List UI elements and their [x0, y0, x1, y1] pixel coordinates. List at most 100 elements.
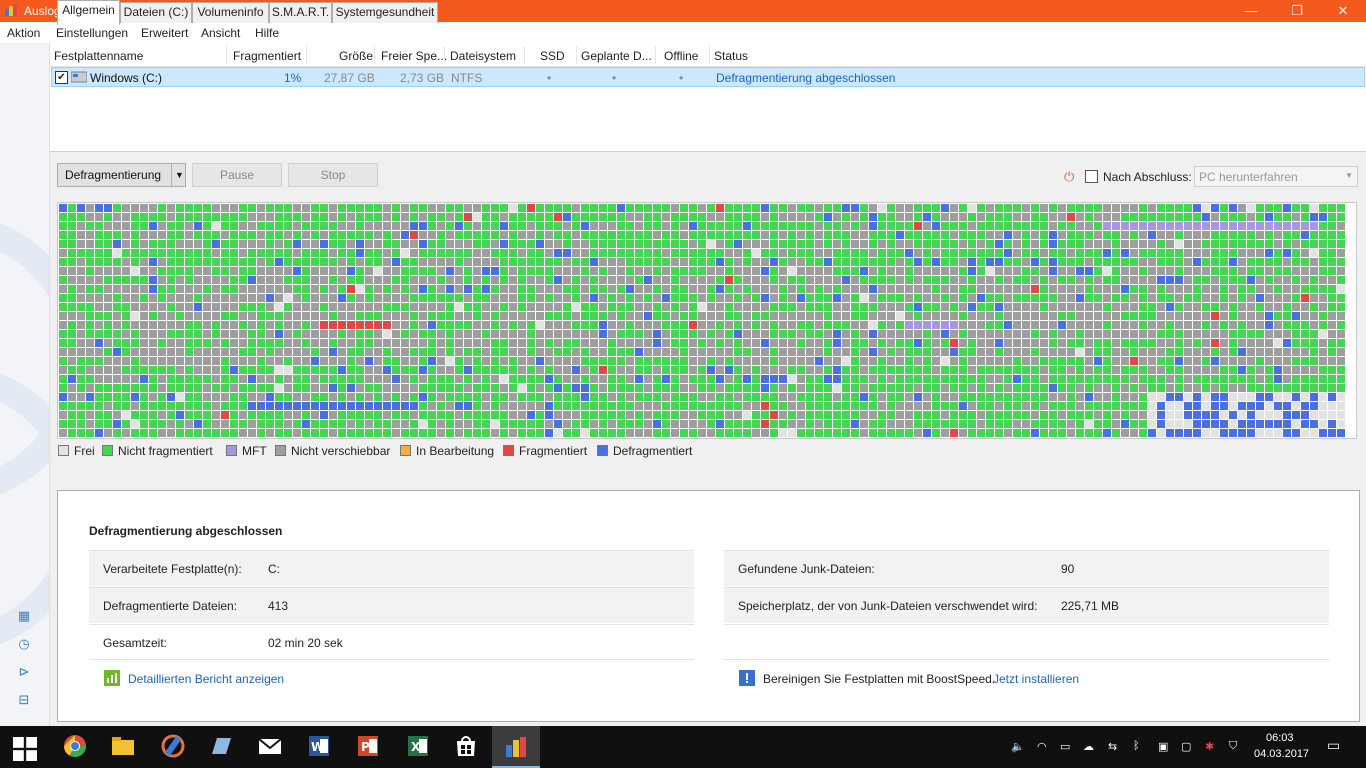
cluster-block	[1076, 411, 1084, 419]
cluster-block	[1202, 429, 1210, 437]
cluster-block	[869, 411, 877, 419]
pause-button[interactable]: Pause	[192, 163, 282, 187]
cluster-block	[770, 276, 778, 284]
cluster-block	[509, 420, 517, 428]
detailed-report-link[interactable]: Detaillierten Bericht anzeigen	[128, 672, 284, 686]
column-header-free[interactable]: Freier Spe...	[381, 49, 447, 63]
cluster-block	[626, 204, 634, 212]
cluster-block	[356, 420, 364, 428]
cluster-block	[86, 213, 94, 221]
cluster-block	[383, 393, 391, 401]
clock-date[interactable]: 04.03.2017	[1254, 748, 1309, 760]
tab-allgemein[interactable]: Allgemein	[57, 0, 120, 25]
cluster-block	[518, 393, 526, 401]
cluster-block	[77, 366, 85, 374]
cluster-block	[1310, 222, 1318, 230]
cluster-block	[662, 267, 670, 275]
cluster-block	[707, 222, 715, 230]
clock-time[interactable]: 06:03	[1266, 732, 1294, 744]
tab-dateien[interactable]: Dateien (C:)	[120, 2, 192, 23]
cluster-block	[671, 411, 679, 419]
menu-einstellungen[interactable]: Einstellungen	[56, 26, 128, 40]
disk-checkbox[interactable]: ✔	[55, 71, 68, 84]
report-icon[interactable]: ⊟	[16, 693, 32, 707]
word-icon[interactable]: W	[307, 734, 331, 758]
cluster-block	[617, 348, 625, 356]
cluster-block	[950, 267, 958, 275]
bluetooth-icon[interactable]: ᛒ	[1133, 740, 1140, 752]
column-header-name[interactable]: Festplattenname	[54, 49, 143, 63]
cloud-icon[interactable]: ☁	[1083, 740, 1094, 753]
notes-icon[interactable]	[209, 734, 233, 758]
excel-icon[interactable]: X	[406, 734, 430, 758]
menu-hilfe[interactable]: Hilfe	[255, 26, 279, 40]
menu-ansicht[interactable]: Ansicht	[201, 26, 240, 40]
cluster-block	[410, 267, 418, 275]
sync-icon[interactable]: ⇆	[1108, 740, 1117, 753]
column-header-size[interactable]: Größe	[339, 49, 373, 63]
cluster-block	[860, 366, 868, 374]
cluster-block	[1265, 429, 1273, 437]
disk-row-windows-c[interactable]: ✔ Windows (C:) 1% 27,87 GB 2,73 GB NTFS …	[51, 67, 1365, 87]
app-launcher-icon[interactable]	[161, 734, 185, 758]
tab-smart[interactable]: S.M.A.R.T.	[269, 2, 332, 23]
volume-icon[interactable]: 🔈	[1011, 740, 1025, 753]
windows-start-icon[interactable]	[13, 737, 37, 761]
cluster-block	[896, 222, 904, 230]
minimize-button[interactable]: —	[1228, 0, 1274, 22]
after-completion-checkbox[interactable]: ✔	[1085, 170, 1098, 183]
tab-systemgesundheit[interactable]: Systemgesundheit	[332, 2, 438, 23]
security-icon[interactable]: ✱	[1205, 740, 1214, 753]
terminal-icon[interactable]: ⊳	[16, 665, 32, 679]
cluster-block	[1013, 429, 1021, 437]
clock-icon[interactable]: ◷	[16, 637, 32, 651]
column-header-filesystem[interactable]: Dateisystem	[450, 49, 516, 63]
column-header-fragmented[interactable]: Fragmentiert	[233, 49, 301, 63]
chrome-icon[interactable]	[63, 734, 87, 758]
stop-button[interactable]: Stop	[288, 163, 378, 187]
cluster-block	[752, 231, 760, 239]
cluster-block	[374, 321, 382, 329]
cluster-block	[752, 393, 760, 401]
shield-icon[interactable]: ⛉	[1229, 740, 1237, 753]
cluster-block	[392, 267, 400, 275]
powerpoint-icon[interactable]: P	[356, 734, 380, 758]
mail-icon[interactable]	[258, 734, 282, 758]
cluster-block	[1166, 249, 1174, 257]
cluster-block	[1238, 240, 1246, 248]
store-icon[interactable]	[454, 734, 478, 758]
after-completion-select[interactable]: PC herunterfahren ▼	[1194, 166, 1358, 187]
close-button[interactable]: ✕	[1320, 0, 1366, 22]
cluster-block	[293, 330, 301, 338]
device-icon[interactable]: ▣	[1158, 740, 1168, 753]
defrag-dropdown-button[interactable]: Defragmentierung ▼	[57, 163, 186, 187]
column-header-status[interactable]: Status	[714, 49, 748, 63]
menu-aktion[interactable]: Aktion	[7, 26, 40, 40]
cluster-block	[1139, 213, 1147, 221]
menu-erweitert[interactable]: Erweitert	[141, 26, 188, 40]
cluster-block	[158, 249, 166, 257]
cluster-block	[1022, 240, 1030, 248]
cluster-block	[887, 222, 895, 230]
calendar-icon[interactable]: ▦	[16, 609, 32, 623]
column-header-ssd[interactable]: SSD	[540, 49, 565, 63]
display-icon[interactable]: ▢	[1181, 740, 1191, 753]
cluster-block	[158, 375, 166, 383]
wifi-icon[interactable]: ◠	[1037, 740, 1047, 753]
column-header-offline[interactable]: Offline	[664, 49, 698, 63]
column-header-scheduled[interactable]: Geplante D...	[581, 49, 652, 63]
maximize-button[interactable]: ❐	[1274, 0, 1320, 22]
file-explorer-icon[interactable]	[111, 734, 135, 758]
tab-volumeninfo[interactable]: Volumeninfo	[192, 2, 269, 23]
battery-icon[interactable]: ▭	[1060, 740, 1070, 753]
cluster-block	[455, 402, 463, 410]
cluster-block	[122, 276, 130, 284]
install-link[interactable]: Jetzt installieren	[993, 672, 1079, 686]
cluster-block	[1103, 393, 1111, 401]
notifications-icon[interactable]: ▭	[1327, 737, 1340, 754]
cluster-block	[311, 204, 319, 212]
cluster-block	[644, 276, 652, 284]
disk-defrag-taskbar-icon[interactable]	[504, 735, 528, 759]
cluster-block	[1085, 339, 1093, 347]
cluster-block	[140, 303, 148, 311]
